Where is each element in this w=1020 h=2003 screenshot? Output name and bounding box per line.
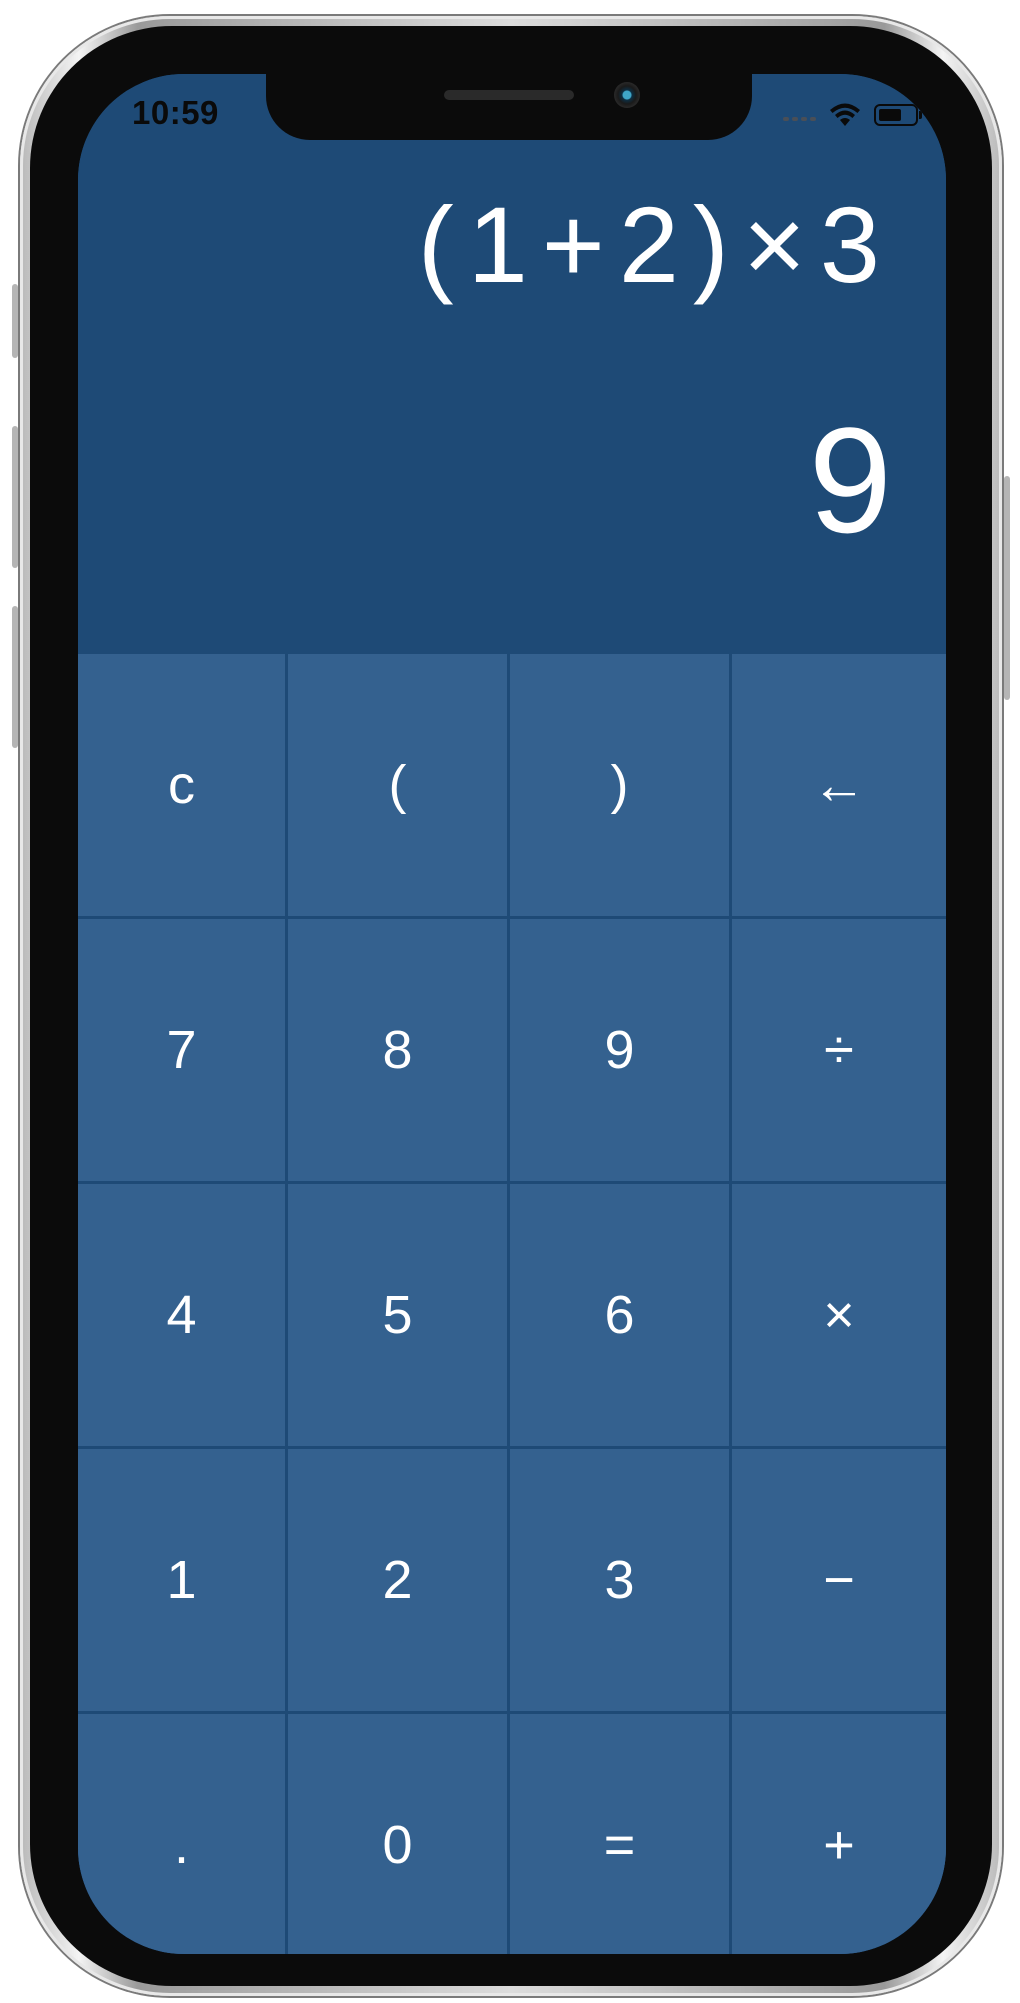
digit-1-button[interactable]: 1 [78, 1449, 288, 1714]
digit-0-button[interactable]: 0 [288, 1714, 510, 1954]
divide-button[interactable]: ÷ [732, 919, 946, 1184]
side-button-volume-up [12, 426, 18, 568]
digit-5-button[interactable]: 5 [288, 1184, 510, 1449]
digit-2-button[interactable]: 2 [288, 1449, 510, 1714]
notch [266, 74, 752, 140]
decimal-button[interactable]: . [78, 1714, 288, 1954]
equals-button[interactable]: = [510, 1714, 732, 1954]
digit-4-button[interactable]: 4 [78, 1184, 288, 1449]
calculator-display: (1+2)×3 9 [78, 74, 946, 654]
subtract-button[interactable]: − [732, 1449, 946, 1714]
battery-icon [874, 104, 922, 126]
digit-3-button[interactable]: 3 [510, 1449, 732, 1714]
signal-icon [783, 109, 816, 121]
status-bar: 10:59 [78, 74, 946, 154]
side-button-power [1004, 476, 1010, 700]
close-paren-button[interactable]: ) [510, 654, 732, 919]
front-camera [614, 82, 640, 108]
add-button[interactable]: + [732, 1714, 946, 1954]
digit-6-button[interactable]: 6 [510, 1184, 732, 1449]
expression-text: (1+2)×3 [417, 184, 894, 305]
clear-button[interactable]: c [78, 654, 288, 919]
multiply-button[interactable]: × [732, 1184, 946, 1449]
screen: (1+2)×3 9 c() ← 7 8 9 ÷ 4 5 6 × 1 2 3−. 0 = + 10:59 [78, 74, 946, 1954]
digit-7-button[interactable]: 7 [78, 919, 288, 1184]
backspace-button[interactable]: ← [732, 654, 946, 919]
side-button-mute [12, 284, 18, 358]
status-time: 10:59 [132, 94, 219, 131]
side-button-volume-down [12, 606, 18, 748]
keypad: c() ← 7 8 9 ÷ 4 5 6 × 1 2 3−. 0 = + [78, 654, 946, 1954]
result-text: 9 [808, 396, 892, 564]
digit-8-button[interactable]: 8 [288, 919, 510, 1184]
open-paren-button[interactable]: ( [288, 654, 510, 919]
speaker-grille [444, 90, 574, 100]
digit-9-button[interactable]: 9 [510, 919, 732, 1184]
wifi-icon [830, 103, 860, 126]
status-icons [783, 98, 922, 132]
